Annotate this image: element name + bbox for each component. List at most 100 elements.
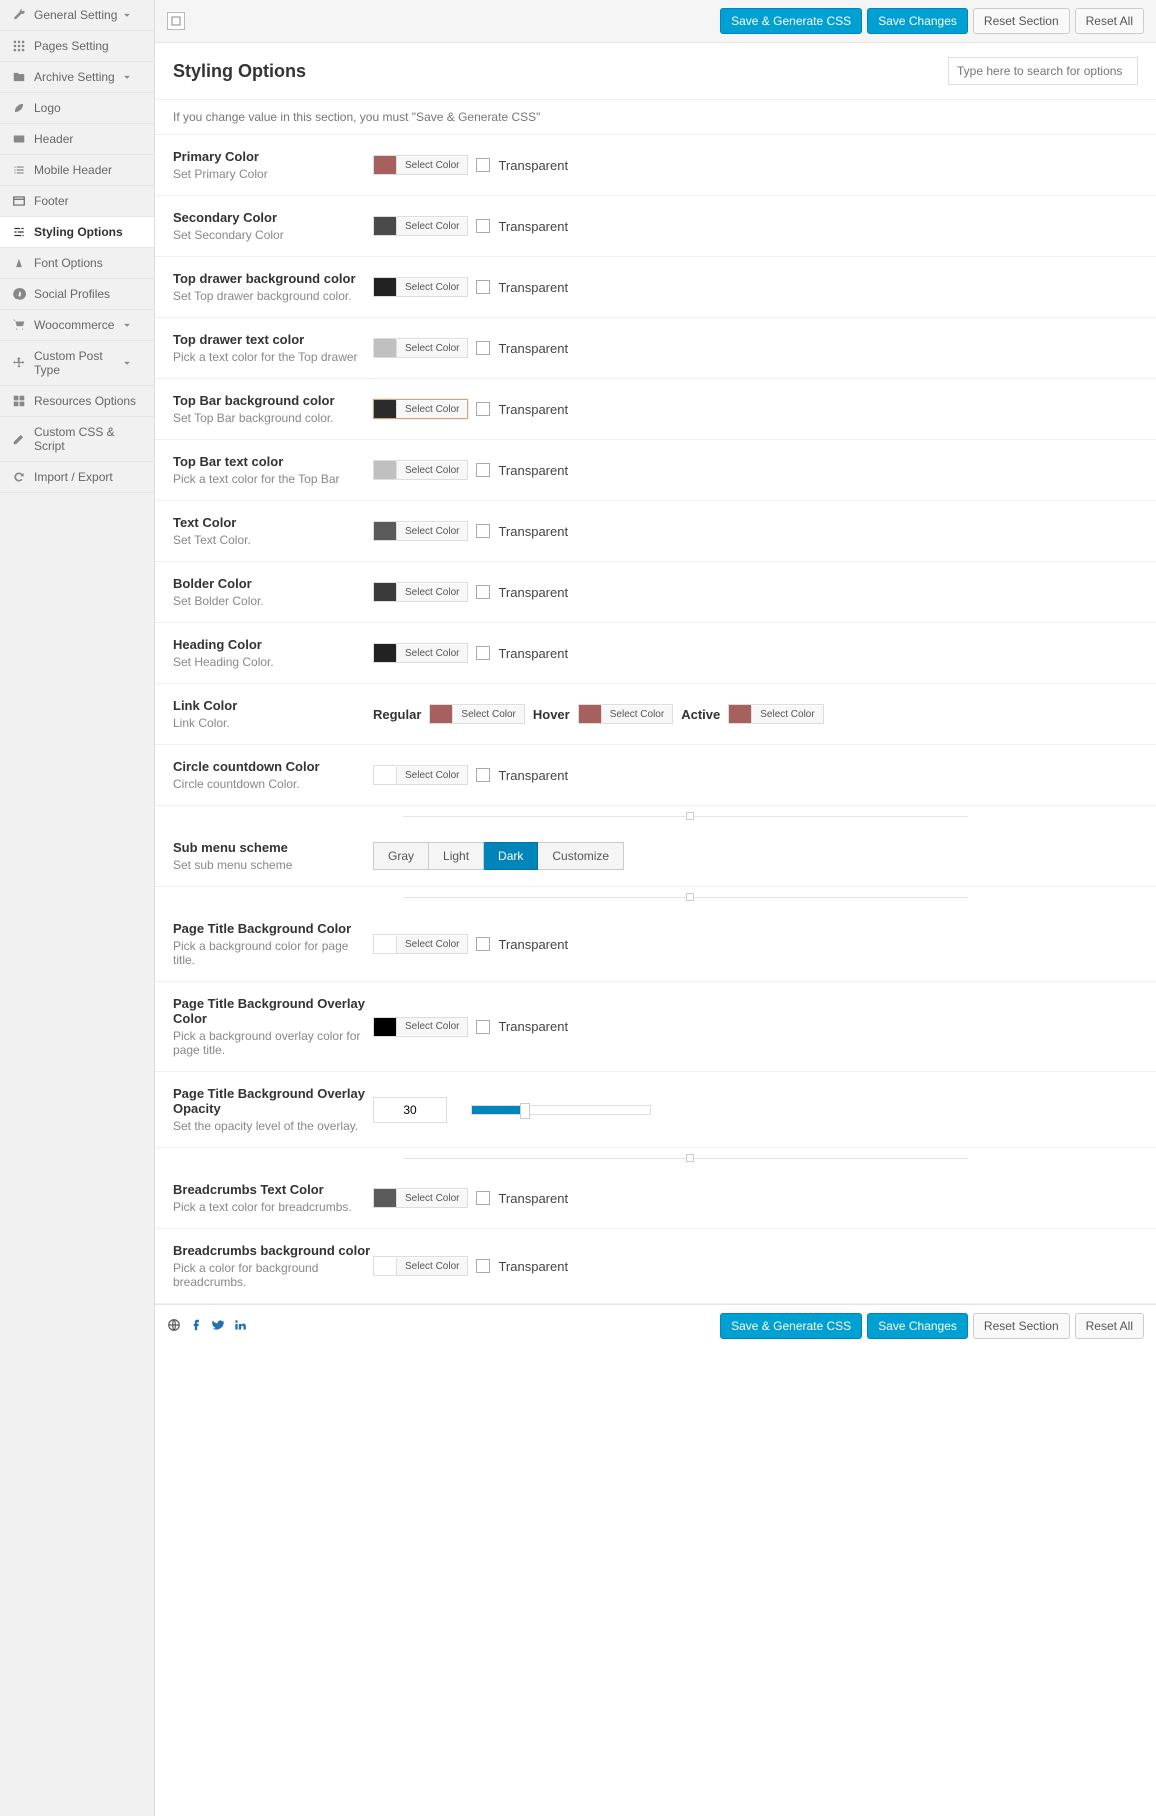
color-picker-secondary[interactable]: Select Color [373,216,468,236]
twitter-icon[interactable] [211,1318,225,1335]
chevron-down-icon [120,356,134,370]
sidebar-item-logo[interactable]: Logo [0,93,154,124]
color-picker-link-act[interactable]: Select Color [728,704,823,724]
scheme-option-gray[interactable]: Gray [373,842,429,870]
expand-icon[interactable] [167,12,185,30]
globe-icon[interactable] [167,1318,181,1335]
sidebar-item-header[interactable]: Header [0,124,154,155]
transparent-checkbox-primary[interactable] [476,158,490,172]
transparent-checkbox-bolder[interactable] [476,585,490,599]
color-picker-textcolor[interactable]: Select Color [373,521,468,541]
color-swatch [374,583,396,601]
scheme-option-dark[interactable]: Dark [484,842,538,870]
search-input[interactable] [948,57,1138,85]
refresh-icon [12,470,26,484]
reset-all-button-bottom[interactable]: Reset All [1075,1313,1144,1339]
color-picker-primary[interactable]: Select Color [373,155,468,175]
slider-handle[interactable] [520,1103,530,1119]
save-changes-button[interactable]: Save Changes [867,8,968,34]
scheme-option-customize[interactable]: Customize [538,842,624,870]
sidebar-item-custom-post-type[interactable]: Custom Post Type [0,341,154,386]
reset-section-button-bottom[interactable]: Reset Section [973,1313,1070,1339]
color-picker-topbartxt[interactable]: Select Color [373,460,468,480]
transparent-label: Transparent [498,219,568,234]
row-title: Top drawer background color [173,271,373,286]
sidebar-item-label: Font Options [34,256,103,270]
linkedin-icon[interactable] [233,1318,247,1335]
sidebar-item-label: Woocommerce [34,318,114,332]
transparent-checkbox-secondary[interactable] [476,219,490,233]
color-swatch [374,339,396,357]
color-picker-topdrawerbg[interactable]: Select Color [373,277,468,297]
select-color-label: Select Color [396,1190,467,1207]
row-desc: Circle countdown Color. [173,777,373,791]
row-topdrawerbg: Top drawer background color Set Top drawe… [155,257,1156,318]
sidebar-item-font-options[interactable]: Font Options [0,248,154,279]
color-picker-heading[interactable]: Select Color [373,643,468,663]
color-picker-topdrawertxt[interactable]: Select Color [373,338,468,358]
sidebar-item-footer[interactable]: Footer [0,186,154,217]
facebook-icon[interactable] [189,1318,203,1335]
color-picker-ptoverlay[interactable]: Select Color [373,1017,468,1037]
section-notice: If you change value in this section, you… [155,100,1156,135]
scheme-option-light[interactable]: Light [429,842,484,870]
color-picker-link-hov[interactable]: Select Color [578,704,673,724]
transparent-checkbox-textcolor[interactable] [476,524,490,538]
color-swatch [729,705,751,723]
sidebar-item-social-profiles[interactable]: Social Profiles [0,279,154,310]
transparent-checkbox-circle[interactable] [476,768,490,782]
color-swatch [374,400,396,418]
sidebar-item-label: Pages Setting [34,39,109,53]
grid-icon [12,39,26,53]
select-color-label: Select Color [396,645,467,662]
hover-label: Hover [533,707,570,722]
move-icon [12,356,26,370]
color-picker-bctxt[interactable]: Select Color [373,1188,468,1208]
transparent-checkbox-ptbg[interactable] [476,937,490,951]
color-picker-circle[interactable]: Select Color [373,765,468,785]
transparent-label: Transparent [498,585,568,600]
sidebar-item-archive-setting[interactable]: Archive Setting [0,62,154,93]
sidebar-item-general-setting[interactable]: General Setting [0,0,154,31]
sidebar: General Setting Pages Setting Archive Sett… [0,0,155,1816]
sidebar-item-label: Mobile Header [34,163,112,177]
sidebar-item-woocommerce[interactable]: Woocommerce [0,310,154,341]
main-panel: Save & Generate CSS Save Changes Reset S… [155,0,1156,1816]
transparent-checkbox-topdrawertxt[interactable] [476,341,490,355]
transparent-checkbox-bcbg[interactable] [476,1259,490,1273]
reset-section-button[interactable]: Reset Section [973,8,1070,34]
reset-all-button[interactable]: Reset All [1075,8,1144,34]
sidebar-item-custom-css-script[interactable]: Custom CSS & Script [0,417,154,462]
save-generate-css-button[interactable]: Save & Generate CSS [720,8,862,34]
transparent-checkbox-heading[interactable] [476,646,490,660]
sidebar-item-mobile-header[interactable]: Mobile Header [0,155,154,186]
row-desc: Set Top drawer background color. [173,289,373,303]
row-ptbg: Page Title Background ColorPick a backgr… [155,907,1156,982]
sidebar-item-pages-setting[interactable]: Pages Setting [0,31,154,62]
transparent-checkbox-topbarbg[interactable] [476,402,490,416]
color-picker-ptbg[interactable]: Select Color [373,934,468,954]
row-desc: Link Color. [173,716,373,730]
color-picker-link-reg[interactable]: Select Color [429,704,524,724]
color-picker-topbarbg[interactable]: Select Color [373,399,468,419]
opacity-slider[interactable] [471,1105,651,1115]
transparent-checkbox-bctxt[interactable] [476,1191,490,1205]
row-desc: Set Bolder Color. [173,594,373,608]
transparent-checkbox-topdrawerbg[interactable] [476,280,490,294]
color-picker-bolder[interactable]: Select Color [373,582,468,602]
color-picker-bcbg[interactable]: Select Color [373,1256,468,1276]
sidebar-item-resources-options[interactable]: Resources Options [0,386,154,417]
sidebar-item-import-export[interactable]: Import / Export [0,462,154,493]
transparent-checkbox-topbartxt[interactable] [476,463,490,477]
sidebar-item-label: Styling Options [34,225,123,239]
select-color-label: Select Color [396,462,467,479]
save-changes-button-bottom[interactable]: Save Changes [867,1313,968,1339]
row-topbarbg: Top Bar background colorSet Top Bar back… [155,379,1156,440]
save-generate-css-button-bottom[interactable]: Save & Generate CSS [720,1313,862,1339]
sidebar-item-styling-options[interactable]: Styling Options [0,217,154,248]
sidebar-item-label: Footer [34,194,69,208]
row-title: Circle countdown Color [173,759,373,774]
opacity-input[interactable] [373,1097,447,1123]
chevron-down-icon [120,318,134,332]
transparent-checkbox-ptoverlay[interactable] [476,1020,490,1034]
